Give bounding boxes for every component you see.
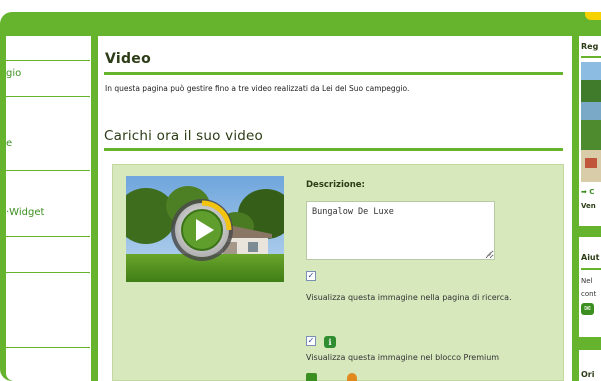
sidebar-item-widget[interactable]: ·Widget bbox=[6, 207, 44, 218]
sidebar-item-1[interactable]: gio bbox=[6, 68, 21, 79]
resize-grip-icon[interactable] bbox=[486, 251, 492, 257]
video-thumbnail[interactable] bbox=[126, 176, 284, 282]
right-box-region: Reg ➡ C Ven bbox=[579, 36, 601, 226]
premium-option-label: Visualizza questa immagine nel blocco Pr… bbox=[306, 353, 500, 362]
ori-box-title: Ori bbox=[581, 370, 595, 379]
right-box-ori: Ori bbox=[579, 350, 601, 381]
region-link[interactable]: Ven bbox=[581, 202, 596, 210]
save-icon[interactable] bbox=[306, 373, 317, 381]
section-title: Carichi ora il suo video bbox=[104, 128, 264, 144]
delete-icon[interactable] bbox=[347, 373, 357, 381]
region-arrow-link[interactable]: ➡ C bbox=[581, 188, 594, 196]
search-page-option-label: Visualizza questa immagine nella pagina … bbox=[306, 293, 512, 302]
premium-block-checkbox[interactable]: ✓ bbox=[306, 336, 316, 346]
left-sidebar: gio e ·Widget bbox=[6, 36, 91, 381]
help-box-rule bbox=[581, 268, 601, 270]
description-label: Descrizione: bbox=[306, 180, 365, 190]
right-box-help: Aiut Nel cont ✉ bbox=[579, 237, 601, 337]
help-text-line-2: cont bbox=[581, 290, 597, 298]
nav-divider bbox=[6, 347, 90, 348]
title-underline bbox=[104, 72, 563, 75]
nav-divider bbox=[6, 170, 90, 171]
region-photo[interactable] bbox=[581, 62, 601, 182]
sidebar-item-2[interactable]: e bbox=[6, 138, 12, 149]
help-box-title: Aiut bbox=[581, 253, 600, 262]
section-underline bbox=[104, 148, 563, 151]
info-icon[interactable]: i bbox=[324, 336, 336, 348]
region-box-title: Reg bbox=[581, 42, 599, 51]
nav-divider bbox=[6, 236, 90, 237]
search-page-checkbox[interactable]: ✓ bbox=[306, 271, 316, 281]
main-content: Video In questa pagina può gestire fino … bbox=[98, 36, 572, 381]
page-title: Video bbox=[105, 51, 152, 67]
nav-divider bbox=[6, 272, 90, 273]
nav-divider bbox=[6, 60, 90, 61]
intro-text: In questa pagina può gestire fino a tre … bbox=[105, 84, 410, 93]
mail-icon[interactable]: ✉ bbox=[581, 303, 594, 315]
play-button-icon[interactable] bbox=[171, 199, 233, 261]
video-card: Descrizione: Bungalow De Luxe ✓ Visualiz… bbox=[112, 164, 564, 381]
nav-divider bbox=[6, 96, 90, 97]
help-text-line-1: Nel bbox=[581, 277, 593, 285]
region-box-rule bbox=[581, 56, 601, 58]
corner-tab bbox=[585, 12, 601, 20]
description-input[interactable]: Bungalow De Luxe bbox=[306, 201, 495, 260]
